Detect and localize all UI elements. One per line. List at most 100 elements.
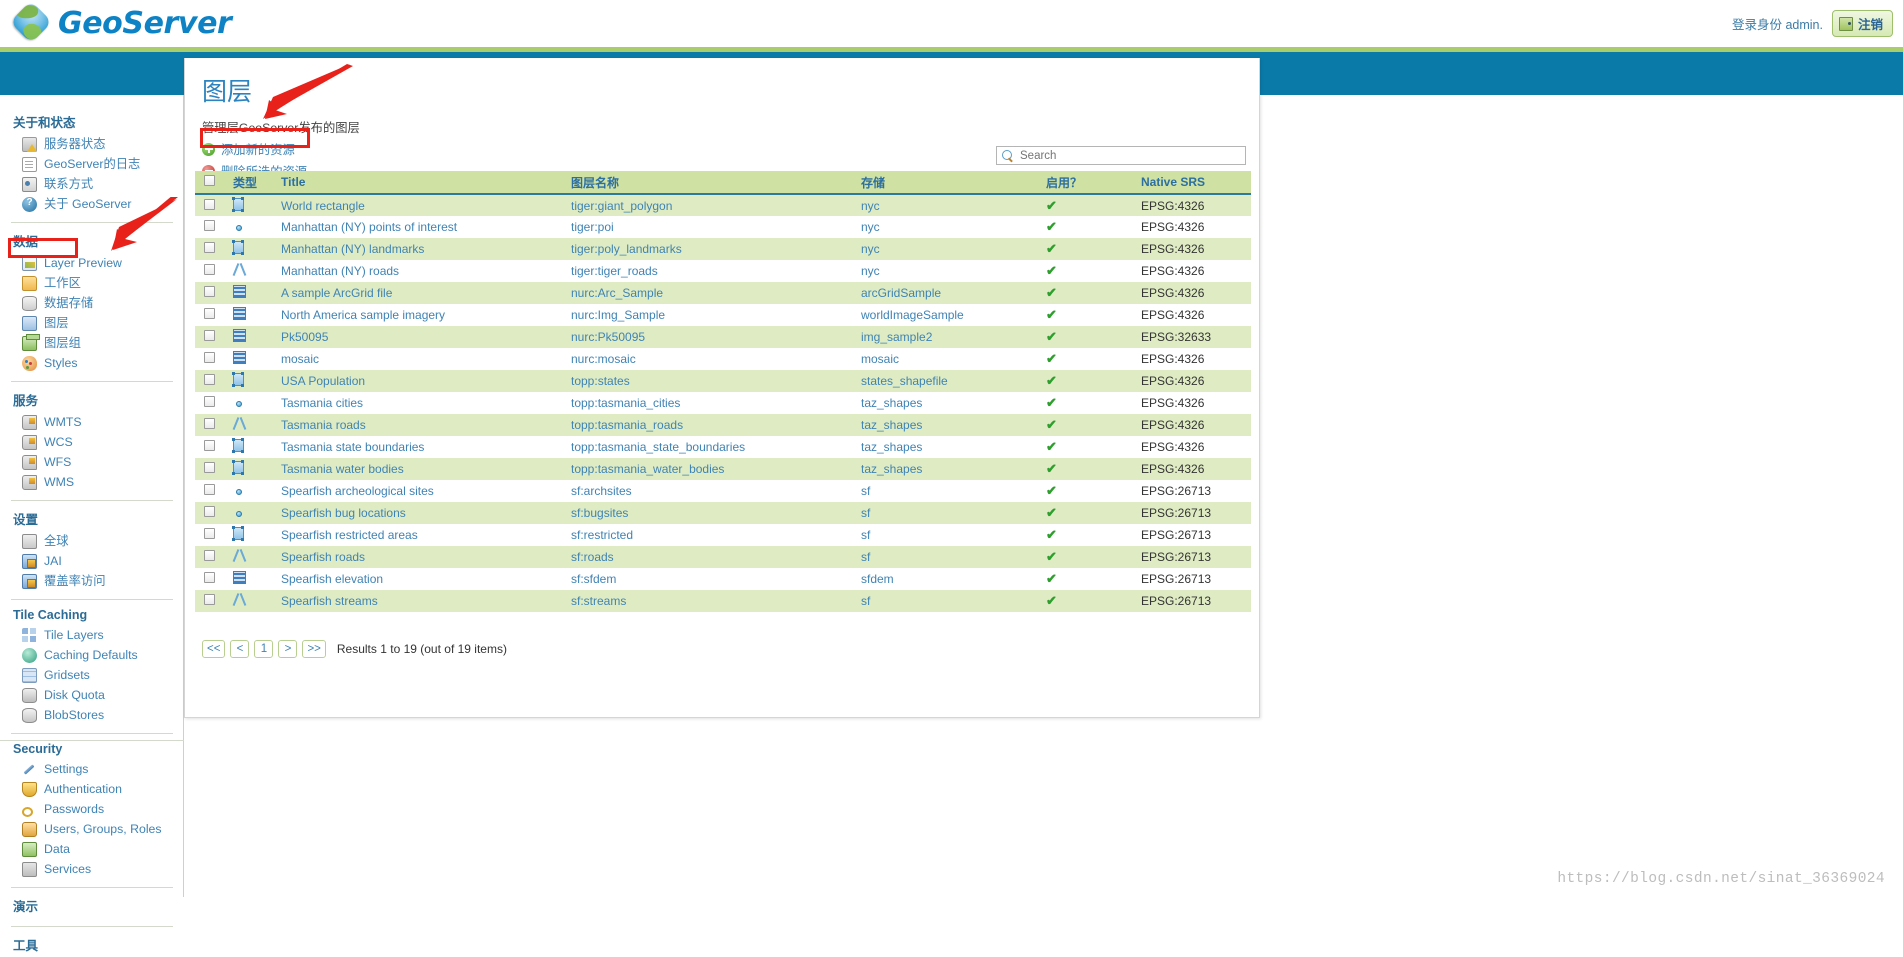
row-select-cell[interactable]	[195, 480, 225, 502]
sidebar-item-[interactable]: 工作区	[0, 273, 183, 293]
row-select-cell[interactable]	[195, 260, 225, 282]
select-all-checkbox[interactable]	[204, 175, 215, 186]
header-type[interactable]: 类型	[225, 171, 273, 195]
row-checkbox[interactable]	[204, 352, 215, 363]
sidebar-item-gridsets[interactable]: Gridsets	[0, 665, 183, 685]
sidebar-item-passwords[interactable]: Passwords	[0, 799, 183, 819]
layer-title-link[interactable]: Manhattan (NY) roads	[273, 260, 563, 282]
row-checkbox[interactable]	[204, 418, 215, 429]
geoserver-logo[interactable]: GeoServer	[9, 0, 232, 44]
layer-title-link[interactable]: Pk50095	[273, 326, 563, 348]
row-select-cell[interactable]	[195, 348, 225, 370]
sidebar-item-geoserver[interactable]: GeoServer的日志	[0, 154, 183, 174]
row-checkbox[interactable]	[204, 220, 215, 231]
row-select-cell[interactable]	[195, 436, 225, 458]
row-select-cell[interactable]	[195, 568, 225, 590]
sidebar-item-wmts[interactable]: WMTS	[0, 412, 183, 432]
sidebar-item-[interactable]: 数据存储	[0, 293, 183, 313]
search-box[interactable]	[996, 146, 1246, 165]
row-checkbox[interactable]	[204, 330, 215, 341]
header-native-srs[interactable]: Native SRS	[1133, 171, 1251, 195]
layer-title-link[interactable]: A sample ArcGrid file	[273, 282, 563, 304]
row-checkbox[interactable]	[204, 308, 215, 319]
row-checkbox[interactable]	[204, 506, 215, 517]
row-checkbox[interactable]	[204, 286, 215, 297]
row-checkbox[interactable]	[204, 484, 215, 495]
sidebar-item-wms[interactable]: WMS	[0, 472, 183, 492]
sidebar-item-wfs[interactable]: WFS	[0, 452, 183, 472]
sidebar-item-authentication[interactable]: Authentication	[0, 779, 183, 799]
sidebar-item-wcs[interactable]: WCS	[0, 432, 183, 452]
row-select-cell[interactable]	[195, 414, 225, 436]
layer-title-link[interactable]: Spearfish elevation	[273, 568, 563, 590]
sidebar-item-services[interactable]: Services	[0, 859, 183, 879]
page-prev-button-bottom[interactable]: <	[230, 640, 250, 658]
layer-title-link[interactable]: North America sample imagery	[273, 304, 563, 326]
row-select-cell[interactable]	[195, 458, 225, 480]
header-store[interactable]: 存储	[853, 171, 1038, 195]
sidebar-item-[interactable]: 联系方式	[0, 174, 183, 194]
add-new-resource-link[interactable]: 添加新的资源	[185, 136, 295, 158]
layer-title-link[interactable]: mosaic	[273, 348, 563, 370]
header-enabled[interactable]: 启用？	[1038, 171, 1133, 195]
sidebar-item-geoserver[interactable]: 关于 GeoServer	[0, 194, 183, 214]
row-checkbox[interactable]	[204, 396, 215, 407]
row-select-cell[interactable]	[195, 392, 225, 414]
sidebar-item-settings[interactable]: Settings	[0, 759, 183, 779]
sidebar-item-[interactable]: 全球	[0, 531, 183, 551]
layer-title-link[interactable]: USA Population	[273, 370, 563, 392]
layer-title-link[interactable]: Manhattan (NY) points of interest	[273, 216, 563, 238]
layer-title-link[interactable]: Tasmania roads	[273, 414, 563, 436]
row-checkbox[interactable]	[204, 264, 215, 275]
logout-button[interactable]: 注销	[1831, 10, 1893, 37]
search-input[interactable]	[1018, 148, 1228, 163]
layer-title-link[interactable]: World rectangle	[273, 194, 563, 216]
select-all-header[interactable]	[195, 171, 225, 195]
layer-title-link[interactable]: Spearfish archeological sites	[273, 480, 563, 502]
row-checkbox[interactable]	[204, 374, 215, 385]
row-select-cell[interactable]	[195, 216, 225, 238]
sidebar-item-caching-defaults[interactable]: Caching Defaults	[0, 645, 183, 665]
row-select-cell[interactable]	[195, 282, 225, 304]
layer-title-link[interactable]: Spearfish roads	[273, 546, 563, 568]
layer-title-link[interactable]: Spearfish restricted areas	[273, 524, 563, 546]
sidebar-item-data[interactable]: Data	[0, 839, 183, 859]
row-checkbox[interactable]	[204, 572, 215, 583]
sidebar-item-layer-preview[interactable]: Layer Preview	[0, 253, 183, 273]
row-select-cell[interactable]	[195, 194, 225, 216]
page-next-button-bottom[interactable]: >	[278, 640, 298, 658]
layer-title-link[interactable]: Manhattan (NY) landmarks	[273, 238, 563, 260]
sidebar-item-blobstores[interactable]: BlobStores	[0, 705, 183, 725]
page-last-button-bottom[interactable]: >>	[302, 640, 326, 658]
layer-title-link[interactable]: Spearfish streams	[273, 590, 563, 612]
header-title[interactable]: Title	[273, 171, 563, 195]
sidebar-item-[interactable]: 图层组	[0, 333, 183, 353]
row-select-cell[interactable]	[195, 502, 225, 524]
row-checkbox[interactable]	[204, 198, 215, 210]
row-checkbox[interactable]	[204, 440, 215, 451]
row-checkbox[interactable]	[204, 242, 215, 253]
header-layer-name[interactable]: 图层名称	[563, 171, 853, 195]
row-select-cell[interactable]	[195, 370, 225, 392]
row-checkbox[interactable]	[204, 594, 215, 605]
sidebar-item-disk-quota[interactable]: Disk Quota	[0, 685, 183, 705]
row-select-cell[interactable]	[195, 304, 225, 326]
layer-title-link[interactable]: Spearfish bug locations	[273, 502, 563, 524]
row-select-cell[interactable]	[195, 524, 225, 546]
row-checkbox[interactable]	[204, 462, 215, 473]
sidebar-item-styles[interactable]: Styles	[0, 353, 183, 373]
page-number-button-bottom[interactable]: 1	[254, 640, 274, 658]
page-first-button-bottom[interactable]: <<	[202, 640, 226, 658]
row-select-cell[interactable]	[195, 546, 225, 568]
sidebar-item-[interactable]: 图层	[0, 313, 183, 333]
row-checkbox[interactable]	[204, 528, 215, 539]
sidebar-item-[interactable]: 服务器状态	[0, 134, 183, 154]
layer-title-link[interactable]: Tasmania water bodies	[273, 458, 563, 480]
layer-title-link[interactable]: Tasmania cities	[273, 392, 563, 414]
row-select-cell[interactable]	[195, 238, 225, 260]
row-select-cell[interactable]	[195, 326, 225, 348]
sidebar-item-jai[interactable]: JAI	[0, 551, 183, 571]
sidebar-item-users-groups-roles[interactable]: Users, Groups, Roles	[0, 819, 183, 839]
sidebar-item-[interactable]: 覆盖率访问	[0, 571, 183, 591]
row-select-cell[interactable]	[195, 590, 225, 612]
